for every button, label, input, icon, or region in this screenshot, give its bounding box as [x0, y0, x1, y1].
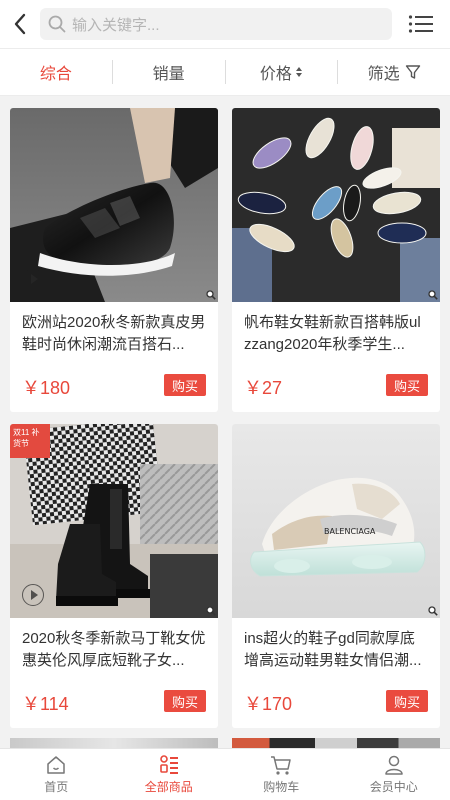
sort-price-label: 价格: [259, 66, 292, 83]
brand-text-on-shoe: BALENCIAGA: [324, 527, 376, 536]
list-menu-icon: [408, 15, 433, 33]
tab-all-products-label: 全部商品: [144, 780, 193, 794]
buy-button[interactable]: 购买: [164, 690, 206, 712]
product-title[interactable]: 欧洲站2020秋冬新款真皮男鞋时尚休闲潮流百搭石...: [10, 302, 218, 364]
product-image[interactable]: [10, 108, 218, 302]
zoom-icon: [206, 290, 216, 300]
cart-icon: [271, 756, 291, 775]
tab-cart[interactable]: 购物车: [225, 749, 338, 800]
product-card[interactable]: 帆布鞋女鞋新款百搭韩版ulzzang2020年秋季学生... ￥27 购买: [232, 108, 440, 412]
canvas-shoes-photo: [232, 108, 440, 302]
product-price: ￥180: [22, 378, 71, 398]
product-price: ￥114: [22, 694, 69, 714]
chunky-sneaker-photo: BALENCIAGA: [232, 424, 440, 618]
filter-icon: [405, 65, 420, 79]
product-image[interactable]: 双11 补货节: [10, 424, 218, 618]
sort-comprehensive-label: 综合: [39, 66, 72, 83]
play-video-icon[interactable]: [22, 584, 44, 606]
back-button[interactable]: [0, 0, 40, 48]
header: 输入关键字...: [0, 0, 450, 48]
sort-comprehensive[interactable]: 综合: [0, 60, 113, 84]
product-price: ￥27: [244, 378, 283, 398]
sort-sales[interactable]: 销量: [113, 60, 226, 84]
sort-bar: 综合 销量 价格 筛选: [0, 48, 450, 96]
sort-price[interactable]: 价格: [226, 60, 339, 84]
buy-button[interactable]: 购买: [164, 374, 206, 396]
tab-home[interactable]: 首页: [0, 749, 113, 800]
home-icon: [47, 756, 65, 774]
tab-home-label: 首页: [44, 780, 69, 794]
product-card[interactable]: 欧洲站2020秋冬新款真皮男鞋时尚休闲潮流百搭石... ￥180 购买: [10, 108, 218, 412]
sort-sales-label: 销量: [152, 66, 185, 83]
sort-filter[interactable]: 筛选: [338, 60, 450, 84]
sort-filter-label: 筛选: [367, 66, 400, 83]
list-menu-button[interactable]: [392, 0, 450, 48]
promo-badge-text: 双11 补货节: [13, 428, 40, 448]
search-placeholder: 输入关键字...: [72, 16, 160, 34]
product-image[interactable]: [232, 108, 440, 302]
product-title[interactable]: ins超火的鞋子gd同款厚底增高运动鞋男鞋女情侣潮...: [232, 618, 440, 680]
tab-all-products[interactable]: 全部商品: [113, 749, 226, 800]
zoom-icon: [428, 606, 438, 616]
tab-member-center-label: 会员中心: [369, 780, 418, 794]
play-video-icon[interactable]: [22, 268, 44, 290]
product-title[interactable]: 2020秋冬季新款马丁靴女优惠英伦风厚底短靴子女...: [10, 618, 218, 680]
product-list-icon: [159, 755, 178, 774]
search-icon: [48, 15, 66, 33]
zoom-icon: [428, 290, 438, 300]
zoom-icon: [206, 606, 216, 616]
product-card[interactable]: 双11 补货节 2020秋冬季新款马丁靴女优惠英伦风厚底短靴子女... ￥114…: [10, 424, 218, 728]
promo-badge: 双11 补货节: [10, 424, 50, 458]
sort-updown-icon: [295, 67, 302, 77]
chevron-left-icon: [14, 13, 26, 35]
product-title[interactable]: 帆布鞋女鞋新款百搭韩版ulzzang2020年秋季学生...: [232, 302, 440, 364]
user-icon: [385, 755, 403, 775]
product-card[interactable]: BALENCIAGA ins超火的鞋子gd同款厚底增高运动鞋男鞋女情侣潮... …: [232, 424, 440, 728]
tab-cart-label: 购物车: [263, 780, 300, 794]
product-image[interactable]: BALENCIAGA: [232, 424, 440, 618]
buy-button[interactable]: 购买: [386, 690, 428, 712]
buy-button[interactable]: 购买: [386, 374, 428, 396]
tab-member-center[interactable]: 会员中心: [338, 749, 450, 800]
product-price: ￥170: [244, 694, 293, 714]
bottom-tab-bar: 首页 全部商品 购物车 会员中心: [0, 748, 450, 800]
search-input[interactable]: 输入关键字...: [40, 8, 392, 40]
